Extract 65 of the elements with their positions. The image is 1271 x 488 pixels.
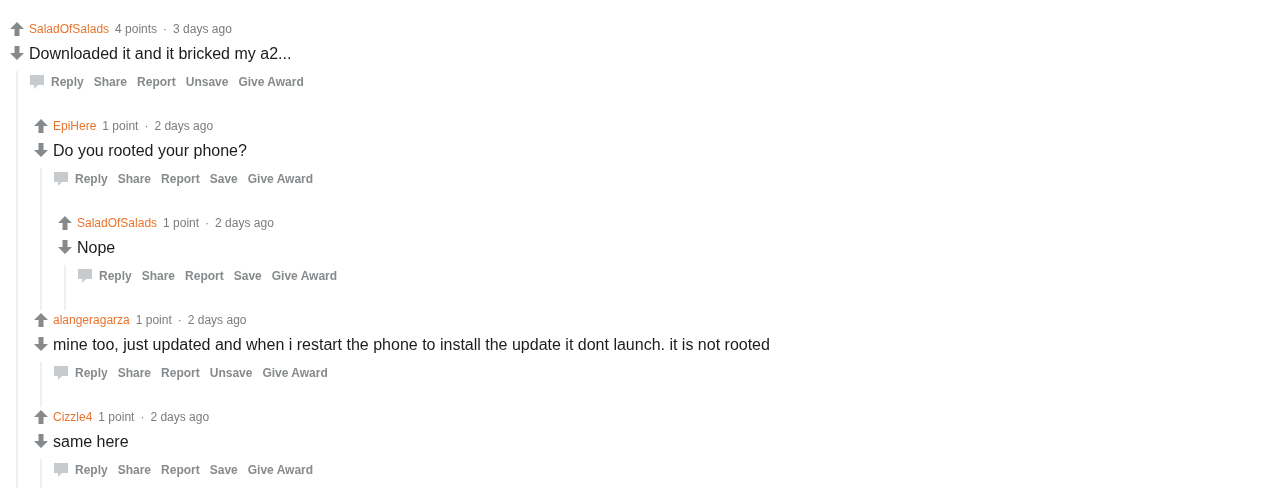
action-button[interactable]: Share <box>89 71 132 93</box>
username-link[interactable]: EpiHere <box>53 119 97 133</box>
comment-icon <box>53 462 69 478</box>
reply-button[interactable]: Reply <box>77 264 136 288</box>
action-button[interactable]: Report <box>157 362 204 384</box>
timestamp: 2 days ago <box>150 410 210 424</box>
timestamp: 2 days ago <box>187 313 247 327</box>
timestamp: 3 days ago <box>173 22 232 36</box>
action-button[interactable]: Give Award <box>243 168 318 190</box>
points-count: 1 point <box>135 313 172 327</box>
reply-button[interactable]: Reply <box>53 361 112 385</box>
action-button[interactable]: Give Award <box>243 459 318 481</box>
action-button[interactable]: Report <box>133 71 180 93</box>
username-link[interactable]: alangeragarza <box>53 313 130 327</box>
points-count: 1 point <box>163 216 200 230</box>
action-button[interactable]: Save <box>205 459 242 481</box>
downvote-icon[interactable] <box>33 433 49 449</box>
separator-dot: · <box>205 216 210 230</box>
separator-dot: · <box>140 410 145 424</box>
separator-dot: · <box>177 313 182 327</box>
action-button[interactable]: Report <box>157 168 204 190</box>
downvote-icon[interactable] <box>33 336 49 352</box>
username-link[interactable]: Cizzle4 <box>53 410 93 424</box>
comment-text: same here <box>53 432 130 452</box>
separator-dot: · <box>144 119 149 133</box>
points-count: 1 point <box>98 410 135 424</box>
action-button[interactable]: Save <box>229 265 266 287</box>
action-button[interactable]: Save <box>205 168 242 190</box>
downvote-icon[interactable] <box>57 239 73 255</box>
reply-button[interactable]: Reply <box>29 70 88 94</box>
comment-text: Nope <box>77 238 117 258</box>
action-button[interactable]: Give Award <box>267 265 342 287</box>
action-button[interactable]: Share <box>137 265 180 287</box>
action-button[interactable]: Share <box>113 168 156 190</box>
action-button[interactable]: Give Award <box>234 71 308 93</box>
action-button[interactable]: Unsave <box>181 71 233 93</box>
downvote-icon[interactable] <box>33 142 49 158</box>
comment-icon <box>29 74 45 90</box>
username-link[interactable]: SaladOfSalads <box>77 216 158 230</box>
separator-dot: · <box>163 22 168 36</box>
downvote-icon[interactable] <box>9 45 25 61</box>
comment-text: Do you rooted your phone? <box>53 141 248 161</box>
upvote-icon[interactable] <box>9 21 25 37</box>
comment-text: Downloaded it and it bricked my a2... <box>29 44 293 64</box>
comment-icon <box>53 171 69 187</box>
reply-button[interactable]: Reply <box>53 458 112 482</box>
points-count: 4 points <box>115 22 158 36</box>
action-button[interactable]: Give Award <box>258 362 332 384</box>
action-button[interactable]: Unsave <box>205 362 257 384</box>
upvote-icon[interactable] <box>33 312 49 328</box>
upvote-icon[interactable] <box>57 215 73 231</box>
action-button[interactable]: Report <box>181 265 228 287</box>
upvote-icon[interactable] <box>33 409 49 425</box>
action-button[interactable]: Report <box>157 459 204 481</box>
comment-text: mine too, just updated and when i restart the phone to install the update it dont launch. it is not rooted <box>53 335 771 355</box>
timestamp: 2 days ago <box>154 119 214 133</box>
comment-icon <box>53 365 69 381</box>
points-count: 1 point <box>102 119 139 133</box>
action-button[interactable]: Share <box>113 459 156 481</box>
upvote-icon[interactable] <box>33 118 49 134</box>
comment-icon <box>77 268 93 284</box>
reply-button[interactable]: Reply <box>53 167 112 191</box>
timestamp: 2 days ago <box>215 216 274 230</box>
username-link[interactable]: SaladOfSalads <box>29 22 110 36</box>
action-button[interactable]: Share <box>113 362 156 384</box>
